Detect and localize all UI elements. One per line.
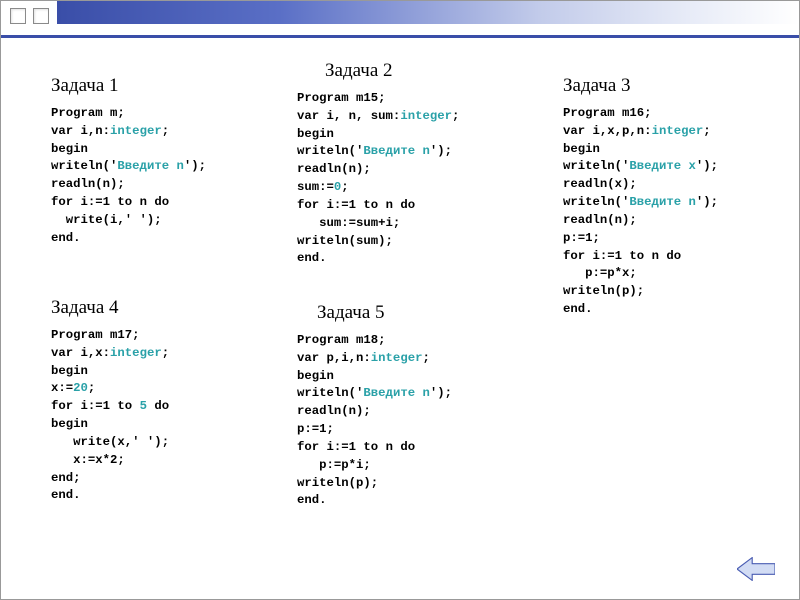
header-squares	[1, 1, 49, 24]
arrow-left-icon	[737, 557, 775, 581]
task-title: Задача 3	[563, 75, 718, 97]
task-code: Program m17; var i,x:integer; begin x:=2…	[51, 327, 169, 505]
square-icon	[10, 8, 26, 24]
task-1: Задача 1 Program m; var i,n:integer; beg…	[51, 75, 206, 248]
header-band	[1, 1, 799, 35]
task-5: Задача 5 Program m18; var p,i,n:integer;…	[297, 302, 452, 510]
task-code: Program m18; var p,i,n:integer; begin wr…	[297, 332, 452, 510]
header-gradient	[57, 1, 799, 24]
task-title: Задача 4	[51, 297, 169, 319]
square-icon	[33, 8, 49, 24]
task-code: Program m16; var i,x,p,n:integer; begin …	[563, 105, 718, 319]
task-4: Задача 4 Program m17; var i,x:integer; b…	[51, 297, 169, 505]
task-title: Задача 2	[325, 60, 459, 82]
task-2: Задача 2 Program m15; var i, n, sum:inte…	[297, 60, 459, 268]
slide-content: Задача 1 Program m; var i,n:integer; beg…	[1, 45, 799, 599]
task-code: Program m15; var i, n, sum:integer; begi…	[297, 90, 459, 268]
task-3: Задача 3 Program m16; var i,x,p,n:intege…	[563, 75, 718, 319]
task-code: Program m; var i,n:integer; begin writel…	[51, 105, 206, 248]
back-button[interactable]	[737, 557, 775, 581]
task-title: Задача 1	[51, 75, 206, 97]
task-title: Задача 5	[317, 302, 452, 324]
header-underline	[1, 35, 799, 38]
